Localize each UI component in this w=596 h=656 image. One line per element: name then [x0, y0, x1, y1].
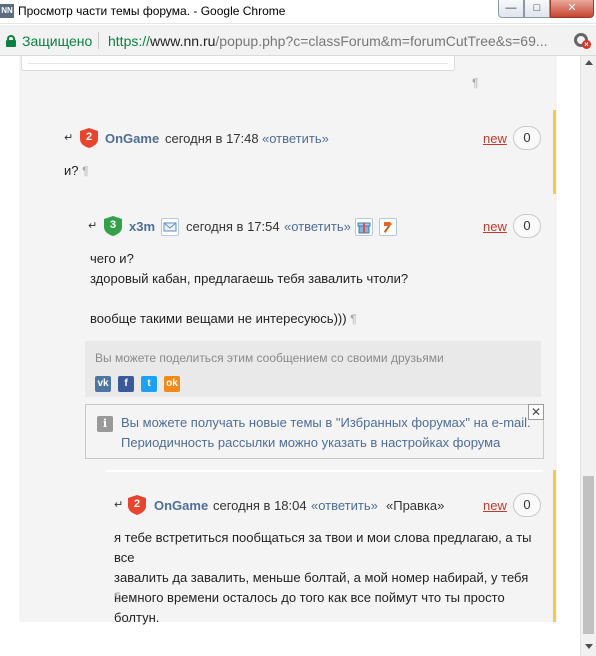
post-time: сегодня в 18:04: [213, 498, 307, 513]
rank-badge-icon: 2: [80, 128, 98, 148]
lock-icon[interactable]: [6, 35, 16, 47]
odnoklassniki-icon[interactable]: ok: [164, 376, 180, 392]
reply-count[interactable]: 0: [513, 126, 541, 150]
maximize-button[interactable]: □: [524, 0, 550, 18]
minimize-button[interactable]: —: [498, 0, 524, 18]
gift-icon[interactable]: [355, 218, 373, 236]
window-title: Просмотр части темы форума. - Google Chr…: [18, 4, 286, 18]
secure-label[interactable]: Защищено: [22, 33, 92, 49]
address-divider: [98, 32, 99, 49]
post-header: ↵ 3 x3m сегодня в 17:54 «ответить» new 0: [88, 214, 548, 238]
translate-blocked-icon[interactable]: ×: [574, 33, 591, 49]
paragraph-mark: ¶: [114, 590, 121, 604]
info-text[interactable]: Вы можете получать новые темы в "Избранн…: [121, 413, 531, 453]
share-title: Вы можете поделиться этим сообщением со …: [95, 351, 444, 365]
vk-icon[interactable]: vk: [95, 376, 111, 392]
scroll-down-icon[interactable]: [585, 644, 593, 649]
url-scheme: https://: [108, 33, 151, 49]
address-bar[interactable]: Защищено https://www.nn.ru/popup.php?c=c…: [0, 25, 596, 56]
subscription-info-box: i Вы можете получать новые темы в "Избра…: [85, 404, 544, 459]
post-text: чего и? здоровый кабан, предлагаешь тебя…: [90, 251, 409, 326]
reply-count[interactable]: 0: [513, 493, 541, 517]
new-link[interactable]: new: [483, 131, 507, 146]
url-path: /popup.php?c=classForum&m=forumCutTree&s…: [215, 33, 548, 49]
scroll-thumb[interactable]: [583, 476, 594, 634]
post-highlight-bar: [553, 470, 556, 622]
reply-arrow-icon[interactable]: ↵: [88, 221, 98, 232]
new-link[interactable]: new: [483, 498, 507, 513]
post-time: сегодня в 17:48: [165, 131, 259, 146]
share-box: Вы можете поделиться этим сообщением со …: [85, 341, 541, 397]
reply-arrow-icon[interactable]: ↵: [64, 133, 74, 144]
post-time: сегодня в 17:54: [186, 219, 280, 234]
author-link[interactable]: x3m: [129, 219, 155, 234]
post-header: ↵ 2 OnGame сегодня в 17:48 «ответить» ne…: [64, 126, 544, 150]
hammer-icon[interactable]: [379, 218, 397, 236]
app-logo: NN: [0, 4, 14, 18]
close-icon[interactable]: ✕: [528, 404, 544, 420]
facebook-icon[interactable]: f: [118, 376, 134, 392]
paragraph-mark: ¶: [82, 164, 89, 178]
window-title-bar: NN Просмотр части темы форума. - Google …: [0, 0, 596, 24]
previous-post-box: [21, 56, 455, 71]
new-link[interactable]: new: [483, 219, 507, 234]
reply-count[interactable]: 0: [513, 214, 541, 238]
post-highlight-bar: [553, 110, 556, 194]
paragraph-mark: ¶: [472, 76, 479, 90]
reply-link[interactable]: «ответить»: [262, 131, 329, 146]
reply-arrow-icon[interactable]: ↵: [114, 500, 124, 511]
paragraph-mark: ¶: [350, 312, 357, 326]
author-link[interactable]: OnGame: [154, 498, 208, 513]
post-text: и? ¶: [64, 163, 89, 178]
rank-badge-icon: 2: [128, 495, 146, 515]
close-window-button[interactable]: ✕: [550, 0, 594, 18]
url-host: www.nn.ru: [150, 33, 216, 49]
mail-icon[interactable]: [161, 218, 179, 236]
reply-link[interactable]: «ответить»: [311, 498, 378, 513]
vertical-scrollbar[interactable]: [580, 56, 596, 656]
page-content: ¶ ↵ 2 OnGame сегодня в 17:48 «ответить» …: [0, 56, 580, 656]
twitter-icon[interactable]: t: [141, 376, 157, 392]
post-header: ↵ 2 OnGame сегодня в 18:04 «ответить» «П…: [114, 493, 544, 517]
info-icon: i: [97, 416, 113, 432]
rank-badge-icon: 3: [104, 216, 122, 236]
reply-link[interactable]: «ответить»: [284, 219, 351, 234]
url-field[interactable]: https://www.nn.ru/popup.php?c=classForum…: [108, 33, 563, 49]
scroll-up-icon[interactable]: [585, 60, 593, 65]
author-link[interactable]: OnGame: [105, 131, 159, 146]
post-text: я тебе встретиться пообщаться за твои и …: [114, 530, 532, 625]
edited-label: «Правка»: [386, 498, 445, 513]
